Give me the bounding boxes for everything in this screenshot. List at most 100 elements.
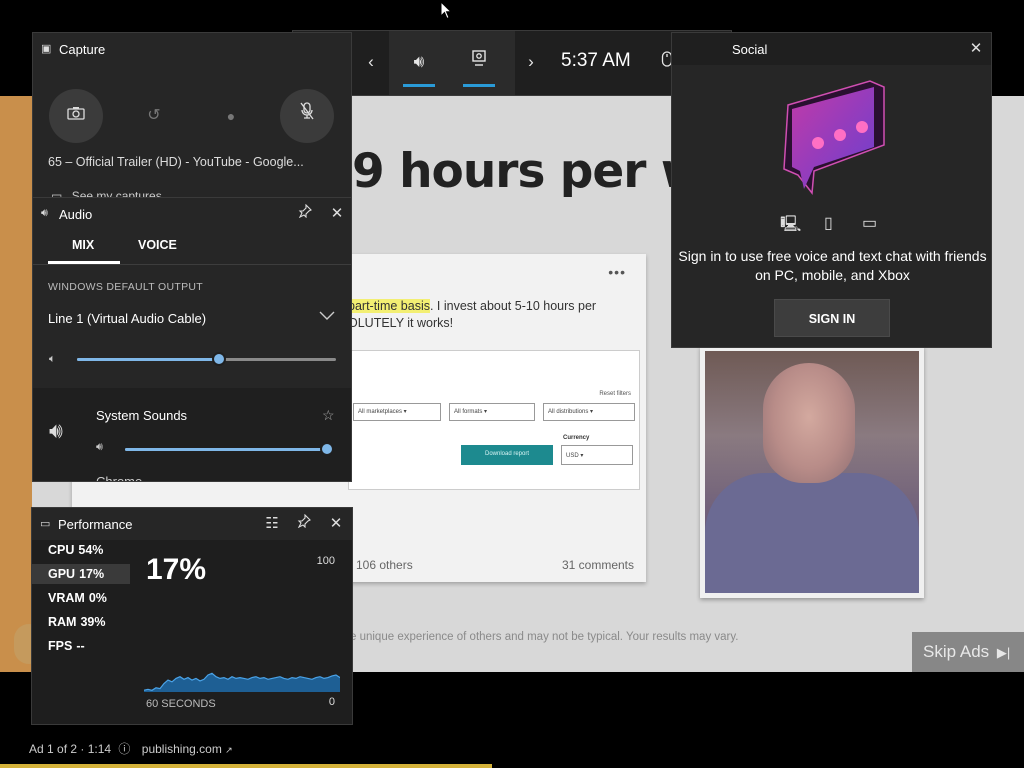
audio-widget: 🔊︎ Audio ✕ MIX VOICE WINDOWS DEFAULT OUT… <box>32 197 352 482</box>
clock: 5:37 AM <box>561 50 631 71</box>
social-widget: Social ✕ 🖳 ▯ ▭ Sign in to use free voice… <box>671 32 992 348</box>
ad-progress-bar <box>0 764 492 768</box>
tab-divider <box>33 264 351 265</box>
capture-target-name: 65 – Official Trailer (HD) - YouTube - G… <box>48 155 304 169</box>
webcam-overlay <box>700 346 924 598</box>
record-last-icon: ↺ <box>147 107 161 124</box>
widget-toggle-group: 🔊︎ <box>389 31 515 95</box>
screen: 9 hours per w ••• part-time basis. I inv… <box>0 0 1024 768</box>
capture-active-indicator <box>463 84 495 87</box>
chevron-right-icon[interactable]: › <box>515 46 547 78</box>
master-volume-thumb[interactable] <box>212 352 227 366</box>
app-name-system-sounds: System Sounds <box>96 408 188 423</box>
social-title: Social <box>732 42 768 57</box>
performance-header[interactable]: ▭ Performance ☷ ✕ <box>32 508 352 540</box>
app-volume-list: 🔊︎ System Sounds ☆ 🔊︎ Chrome <box>33 388 351 482</box>
gpu-usage-graph <box>144 672 340 692</box>
reset-filters-label: Reset filters <box>599 391 631 397</box>
download-report-button: Download report <box>461 445 553 465</box>
app-volume-icon[interactable]: 🔊︎ <box>96 441 103 454</box>
speaker-icon: 🔊︎ <box>41 207 48 219</box>
distributions-dropdown: All distributions ▾ <box>543 403 635 421</box>
mobile-icon: ▯ <box>824 215 833 232</box>
webcam-person-body <box>705 473 919 593</box>
pc-icon: 🖳 <box>780 216 802 233</box>
selected-metric-value: 17% <box>146 553 207 586</box>
capture-header[interactable]: ▣ Capture <box>33 33 351 65</box>
chevron-down-icon[interactable] <box>319 308 335 324</box>
post-text-line2: OLUTELY it works! <box>348 316 454 330</box>
external-link-icon: ↗ <box>225 745 233 755</box>
master-volume-slider[interactable] <box>77 352 336 366</box>
audio-title: Audio <box>59 207 93 222</box>
post-text: part-time basis. I invest about 5-10 hou… <box>348 298 638 332</box>
metric-gpu[interactable]: GPU 17% <box>32 564 130 584</box>
currency-dropdown: USD ▾ <box>561 445 633 465</box>
chevron-left-icon[interactable]: ‹ <box>355 46 387 78</box>
currency-label: Currency <box>563 435 590 441</box>
formats-dropdown: All formats ▾ <box>449 403 535 421</box>
master-volume-icon[interactable]: 🔈︎ <box>49 353 56 366</box>
info-icon[interactable]: ⓘ <box>118 742 130 756</box>
report-screenshot: Reset filters All marketplaces ▾ All for… <box>348 350 640 490</box>
marketplace-dropdown: All marketplaces ▾ <box>353 403 441 421</box>
ad-info-label: Ad 1 of 2 · 1:14 <box>29 742 112 756</box>
system-sounds-slider[interactable] <box>125 442 334 456</box>
record-dot-icon: ● <box>226 108 236 124</box>
start-recording-button[interactable]: ● <box>204 89 258 143</box>
tab-mix[interactable]: MIX <box>72 238 94 252</box>
capture-icon[interactable] <box>463 46 495 78</box>
gpu-graph-area <box>144 673 340 692</box>
capture-widget: ▣ Capture ↺ ● 65 – Official Trailer (HD)… <box>32 32 352 206</box>
metric-ram[interactable]: RAM 39% <box>32 612 130 632</box>
settings-sliders-icon[interactable]: ☷ <box>260 512 284 536</box>
ad-info: Ad 1 of 2 · 1:14 ⓘ publishing.com ↗ <box>29 740 233 757</box>
favorite-star-icon[interactable]: ☆ <box>322 407 335 424</box>
sign-in-button[interactable]: SIGN IN <box>774 299 890 337</box>
record-last-button[interactable]: ↺ <box>127 89 181 143</box>
system-sounds-thumb[interactable] <box>320 442 334 456</box>
output-label: WINDOWS DEFAULT OUTPUT <box>48 281 203 293</box>
pin-icon[interactable] <box>293 202 317 226</box>
metric-fps[interactable]: FPS -- <box>32 636 130 656</box>
close-icon[interactable]: ✕ <box>325 202 349 226</box>
monitor-icon: ▭ <box>40 518 51 530</box>
graph-axis-min: 0 <box>328 696 335 708</box>
post-menu-icon: ••• <box>608 264 626 280</box>
master-volume-fill <box>77 358 220 361</box>
capture-title: Capture <box>59 42 106 57</box>
audio-icon[interactable]: 🔊︎ <box>403 46 435 78</box>
capture-widget-icon: ▣ <box>41 43 52 55</box>
mic-off-icon <box>300 102 314 124</box>
ad-link[interactable]: publishing.com <box>142 742 222 756</box>
screenshot-button[interactable] <box>49 89 103 143</box>
tab-voice[interactable]: VOICE <box>138 238 177 252</box>
post-text-highlight: part-time basis <box>348 299 430 313</box>
webcam-image <box>705 351 919 593</box>
graph-time-label: 60 SECONDS <box>146 698 216 710</box>
post-comments: 31 comments <box>561 558 634 572</box>
skip-next-icon: ▶| <box>996 645 1011 660</box>
metric-vram[interactable]: VRAM 0% <box>32 588 130 608</box>
video-headline: 9 hours per w <box>352 144 704 199</box>
webcam-person-face <box>763 363 855 483</box>
system-sounds-icon: 🔊︎ <box>49 418 63 443</box>
performance-title: Performance <box>58 517 133 532</box>
pin-icon[interactable] <box>292 512 316 536</box>
audio-active-indicator <box>403 84 435 87</box>
app-name-chrome: Chrome <box>96 474 143 482</box>
camera-icon <box>67 107 85 124</box>
performance-widget: ▭ Performance ☷ ✕ CPU 54% GPU 17% VRAM 0% R… <box>31 507 353 725</box>
video-disclaimer: e unique experience of others and may no… <box>350 631 739 643</box>
post-likes: 106 others <box>356 558 413 572</box>
skip-ads-button[interactable]: Skip Ads ▶| <box>912 632 1024 672</box>
audio-header[interactable]: 🔊︎ Audio ✕ <box>33 198 351 230</box>
system-sounds-fill <box>125 448 327 451</box>
post-text-line1: . I invest about 5-10 hours per <box>429 299 597 313</box>
metric-cpu[interactable]: CPU 54% <box>32 540 130 560</box>
output-device-select[interactable]: Line 1 (Virtual Audio Cable) <box>48 311 206 326</box>
close-icon[interactable]: ✕ <box>324 512 348 536</box>
social-header[interactable]: Social ✕ <box>672 33 991 65</box>
mic-toggle-button[interactable] <box>280 89 334 143</box>
close-icon[interactable]: ✕ <box>964 37 988 61</box>
